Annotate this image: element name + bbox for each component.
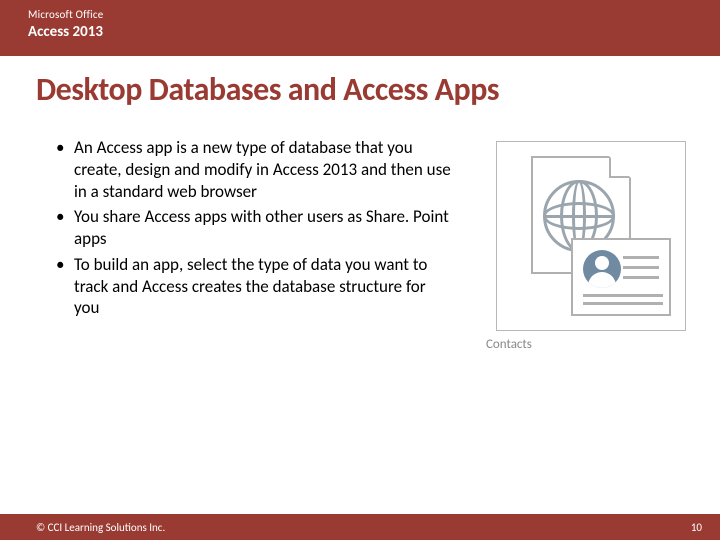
header-brand: Microsoft Office	[28, 8, 692, 21]
avatar-icon	[583, 250, 621, 288]
header-product: Access 2013	[28, 23, 692, 41]
copyright-text: © CCI Learning Solutions Inc.	[36, 521, 165, 534]
figure-caption: Contacts	[486, 337, 692, 352]
slide-title: Desktop Databases and Access Apps	[36, 70, 692, 109]
contact-card-icon	[571, 238, 671, 316]
bullet-item: You share Access apps with other users a…	[56, 206, 452, 250]
bullet-item: An Access app is a new type of database …	[56, 137, 452, 202]
bullet-list: An Access app is a new type of database …	[56, 137, 452, 352]
contacts-tile-icon	[496, 141, 686, 331]
title-area: Desktop Databases and Access Apps	[0, 56, 720, 119]
body-area: An Access app is a new type of database …	[0, 119, 720, 352]
bullet-item: To build an app, select the type of data…	[56, 254, 452, 319]
figure: Contacts	[482, 137, 692, 352]
page-number: 10	[691, 521, 702, 534]
footer-band: © CCI Learning Solutions Inc. 10	[0, 514, 720, 540]
header-band: Microsoft Office Access 2013	[0, 0, 720, 56]
